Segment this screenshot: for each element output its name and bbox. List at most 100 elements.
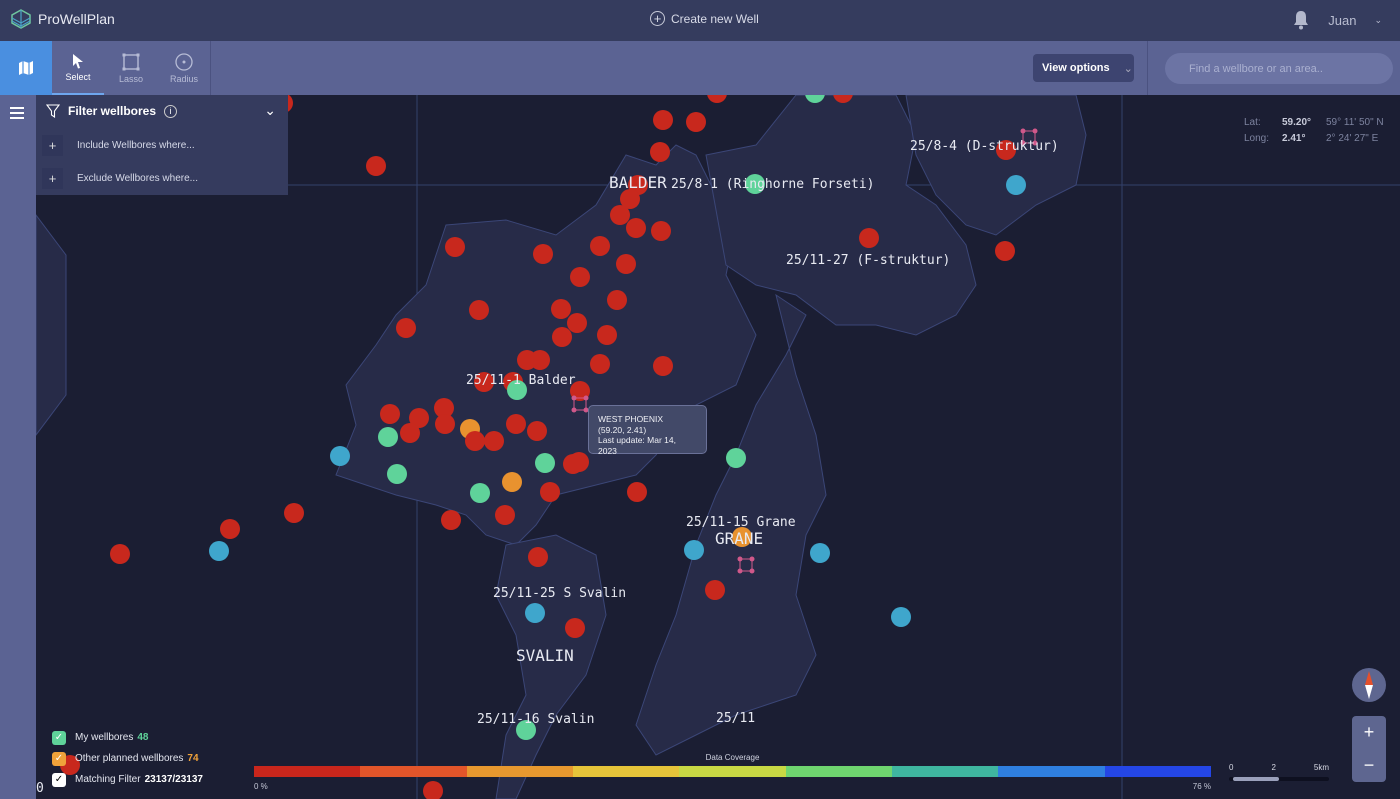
menu-icon[interactable] [10, 107, 24, 122]
wellbore-marker[interactable] [284, 503, 304, 523]
tooltip-coords: (59.20, 2.41) [598, 424, 647, 435]
wellbore-marker[interactable] [567, 313, 587, 333]
wellbore-marker[interactable] [387, 464, 407, 484]
wellbore-marker[interactable] [570, 267, 590, 287]
legend-other-planned[interactable]: ✓ Other planned wellbores 74 [52, 748, 203, 769]
map-label: GRANE [715, 529, 763, 548]
wellbore-marker[interactable] [530, 350, 550, 370]
wellbore-marker[interactable] [470, 483, 490, 503]
wellbore-marker[interactable] [651, 221, 671, 241]
wellbore-marker[interactable] [502, 472, 522, 492]
divider [1147, 41, 1148, 95]
wellbore-marker[interactable] [380, 404, 400, 424]
coverage-segment [360, 766, 467, 777]
wellbore-marker[interactable] [484, 431, 504, 451]
wellbore-marker[interactable] [616, 254, 636, 274]
include-wellbores-button[interactable]: + Include Wellbores where... [42, 135, 195, 156]
zoom-in-button[interactable]: + [1364, 722, 1375, 743]
wellbore-marker[interactable] [506, 414, 526, 434]
wellbore-marker[interactable] [684, 540, 704, 560]
wellbore-marker[interactable] [469, 300, 489, 320]
legend-label: Matching Filter [75, 774, 141, 785]
wellbore-marker[interactable] [995, 241, 1015, 261]
map-view-button[interactable] [0, 41, 52, 95]
map-label: BALDER [609, 173, 667, 192]
lasso-icon [122, 53, 140, 70]
wellbore-marker[interactable] [535, 453, 555, 473]
wellbore-marker[interactable] [590, 354, 610, 374]
wellbore-marker[interactable] [653, 110, 673, 130]
wellbore-marker[interactable] [707, 95, 727, 103]
map-label: 25/8-1 (Ringhorne Forseti) [671, 177, 875, 192]
wellbore-marker[interactable] [565, 618, 585, 638]
filter-title: Filter wellbores [68, 104, 157, 118]
view-options-dropdown[interactable]: View options ⌄ [1033, 54, 1134, 82]
search-input[interactable]: Find a wellbore or an area.. [1165, 53, 1393, 84]
wellbore-marker[interactable] [653, 356, 673, 376]
wellbore-marker[interactable] [441, 510, 461, 530]
wellbore-marker[interactable] [597, 325, 617, 345]
collapse-chevron-icon[interactable]: ⌄ [264, 102, 276, 119]
cursor-icon [73, 53, 83, 68]
wellbore-marker[interactable] [627, 482, 647, 502]
chevron-down-icon[interactable]: ⌄ [1374, 15, 1382, 26]
wellbore-marker[interactable] [551, 299, 571, 319]
checkbox-checked-icon[interactable]: ✓ [52, 751, 66, 766]
app-logo[interactable]: ProWellPlan [10, 8, 115, 30]
wellbore-marker[interactable] [626, 218, 646, 238]
wellbore-marker[interactable] [540, 482, 560, 502]
wellbore-marker[interactable] [525, 603, 545, 623]
legend-matching-filter[interactable]: ✓ Matching Filter 23137/23137 [52, 769, 203, 790]
wellbore-marker[interactable] [366, 156, 386, 176]
wellbore-marker[interactable] [495, 505, 515, 525]
coverage-segment [679, 766, 786, 777]
wellbore-marker[interactable] [650, 142, 670, 162]
wellbore-marker[interactable] [859, 228, 879, 248]
wellbore-marker[interactable] [330, 446, 350, 466]
wellbore-marker[interactable] [400, 423, 420, 443]
wellbore-marker[interactable] [533, 244, 553, 264]
long-label: Long: [1244, 133, 1270, 144]
compass-button[interactable] [1352, 668, 1386, 702]
wellbore-marker[interactable] [527, 421, 547, 441]
wellbore-marker[interactable] [110, 544, 130, 564]
zoom-out-button[interactable]: − [1364, 755, 1375, 776]
bell-icon[interactable] [1292, 10, 1310, 30]
wellbore-marker[interactable] [726, 448, 746, 468]
wellbore-marker[interactable] [705, 580, 725, 600]
wellbore-marker[interactable] [552, 327, 572, 347]
wellbore-marker[interactable] [569, 452, 589, 472]
wellbore-marker[interactable] [378, 427, 398, 447]
coverage-min: 0 % [254, 782, 268, 791]
wellbore-marker[interactable] [220, 519, 240, 539]
tool-lasso[interactable]: Lasso [105, 41, 157, 95]
wellbore-marker[interactable] [686, 112, 706, 132]
include-label: Include Wellbores where... [77, 140, 195, 151]
wellbore-marker[interactable] [209, 541, 229, 561]
wellbore-marker[interactable] [810, 543, 830, 563]
wellbore-marker[interactable] [891, 607, 911, 627]
wellbore-marker[interactable] [435, 414, 455, 434]
long-dms: 2° 24' 27" E [1326, 133, 1379, 144]
create-new-well-button[interactable]: + Create new Well [650, 11, 759, 26]
wellbore-marker[interactable] [1006, 175, 1026, 195]
checkbox-checked-icon[interactable]: ✓ [52, 730, 66, 745]
coverage-segment [891, 766, 999, 777]
wellbore-marker[interactable] [445, 237, 465, 257]
tool-radius[interactable]: Radius [158, 41, 210, 95]
wellbore-marker[interactable] [528, 547, 548, 567]
wellbore-marker[interactable] [610, 205, 630, 225]
wellbore-marker[interactable] [396, 318, 416, 338]
wellbore-marker[interactable] [607, 290, 627, 310]
wellbore-marker[interactable] [465, 431, 485, 451]
user-menu[interactable]: Juan [1328, 13, 1356, 28]
wellbore-marker[interactable] [590, 236, 610, 256]
legend-my-wellbores[interactable]: ✓ My wellbores 48 [52, 727, 203, 748]
tool-select[interactable]: Select [52, 41, 104, 95]
map-canvas[interactable]: 25/8-4 (D-struktur) BALDER 25/8-1 (Ringhor… [36, 95, 1400, 799]
exclude-wellbores-button[interactable]: + Exclude Wellbores where... [42, 168, 198, 189]
checkbox-checked-icon[interactable]: ✓ [52, 772, 66, 787]
coverage-segment [254, 766, 361, 777]
info-icon[interactable]: i [164, 104, 178, 118]
long-value: 2.41° [1282, 133, 1306, 144]
